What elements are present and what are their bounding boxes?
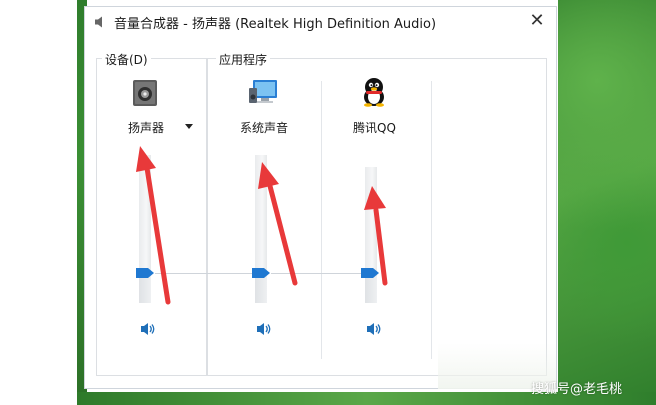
annotation-arrow — [364, 186, 388, 286]
watermark-text: 搜狐号@老毛桃 — [531, 382, 623, 397]
annotation-arrow — [258, 162, 298, 286]
annotation-arrows — [136, 146, 388, 305]
annotation-arrow — [136, 146, 171, 305]
